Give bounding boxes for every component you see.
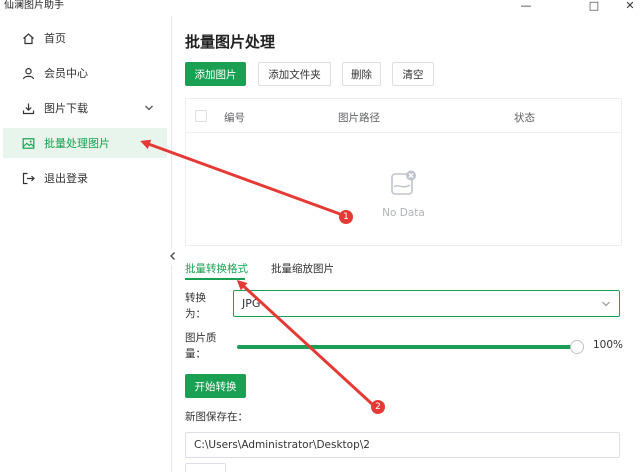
browse-button[interactable] (185, 463, 226, 472)
sidebar: 首页 会员中心 图片下载 批量处理图片 退出登录 (0, 16, 172, 472)
close-button[interactable]: ✕ (620, 0, 640, 12)
save-path-input[interactable]: C:\Users\Administrator\Desktop\2 (185, 432, 620, 458)
title-bar: 仙澜图片助手 — □ ✕ (0, 0, 640, 16)
save-location-label: 新图保存在： (185, 411, 248, 423)
download-icon (21, 101, 35, 115)
quality-slider-fill (237, 345, 577, 349)
active-tab-indicator (185, 278, 245, 280)
quality-slider[interactable] (237, 340, 584, 354)
minimize-button[interactable]: — (516, 0, 536, 12)
sidebar-item-logout[interactable]: 退出登录 (3, 163, 167, 193)
image-icon (21, 136, 35, 150)
sidebar-item-image-download[interactable]: 图片下载 (3, 93, 167, 123)
add-folder-button[interactable]: 添加文件夹 (258, 62, 331, 86)
annotation-badge-2: 2 (371, 400, 385, 414)
format-select[interactable]: JPG (233, 290, 620, 317)
quality-slider-handle[interactable] (570, 340, 584, 354)
logout-icon (21, 171, 35, 185)
main-panel: 批量图片处理 添加图片 添加文件夹 删除 清空 编号 图片路径 状态 No Da… (173, 16, 640, 472)
user-icon (21, 66, 35, 80)
tab-batch-resize[interactable]: 批量缩放图片 (271, 261, 334, 276)
sidebar-item-label: 首页 (44, 32, 66, 45)
sidebar-item-label: 批量处理图片 (44, 137, 110, 150)
empty-data-text: No Data (382, 207, 425, 219)
clear-button[interactable]: 清空 (392, 62, 434, 86)
sidebar-item-label: 会员中心 (44, 67, 88, 80)
sidebar-item-home[interactable]: 首页 (3, 23, 167, 53)
sidebar-item-label: 图片下载 (44, 102, 88, 115)
image-table: 编号 图片路径 状态 No Data (185, 98, 622, 246)
annotation-badge-1: 1 (339, 210, 353, 224)
start-convert-button[interactable]: 开始转换 (185, 374, 246, 398)
delete-button[interactable]: 删除 (342, 62, 381, 86)
table-header: 编号 图片路径 状态 (186, 99, 621, 133)
tab-batch-convert-format[interactable]: 批量转换格式 (185, 261, 248, 276)
sidebar-item-member-center[interactable]: 会员中心 (3, 58, 167, 88)
quality-value: 100% (593, 339, 624, 351)
maximize-button[interactable]: □ (584, 0, 604, 12)
app-title: 仙澜图片助手 (4, 0, 64, 11)
format-select-value: JPG (242, 297, 261, 310)
column-header-status: 状态 (514, 112, 535, 124)
chevron-down-icon[interactable] (143, 102, 155, 114)
save-path-value: C:\Users\Administrator\Desktop\2 (194, 439, 370, 451)
image-quality-label: 图片质 量： (185, 332, 217, 360)
page-title: 批量图片处理 (185, 33, 276, 51)
empty-data-icon (389, 169, 419, 202)
sidebar-item-label: 退出登录 (44, 172, 88, 185)
chevron-down-icon (601, 299, 611, 312)
column-header-number: 编号 (224, 112, 245, 124)
sidebar-item-batch-image[interactable]: 批量处理图片 (3, 128, 167, 158)
home-icon (21, 31, 35, 45)
select-all-checkbox[interactable] (195, 110, 207, 122)
column-header-path: 图片路径 (338, 112, 380, 124)
convert-to-label: 转换 为： (185, 292, 206, 320)
add-image-button[interactable]: 添加图片 (185, 62, 246, 86)
